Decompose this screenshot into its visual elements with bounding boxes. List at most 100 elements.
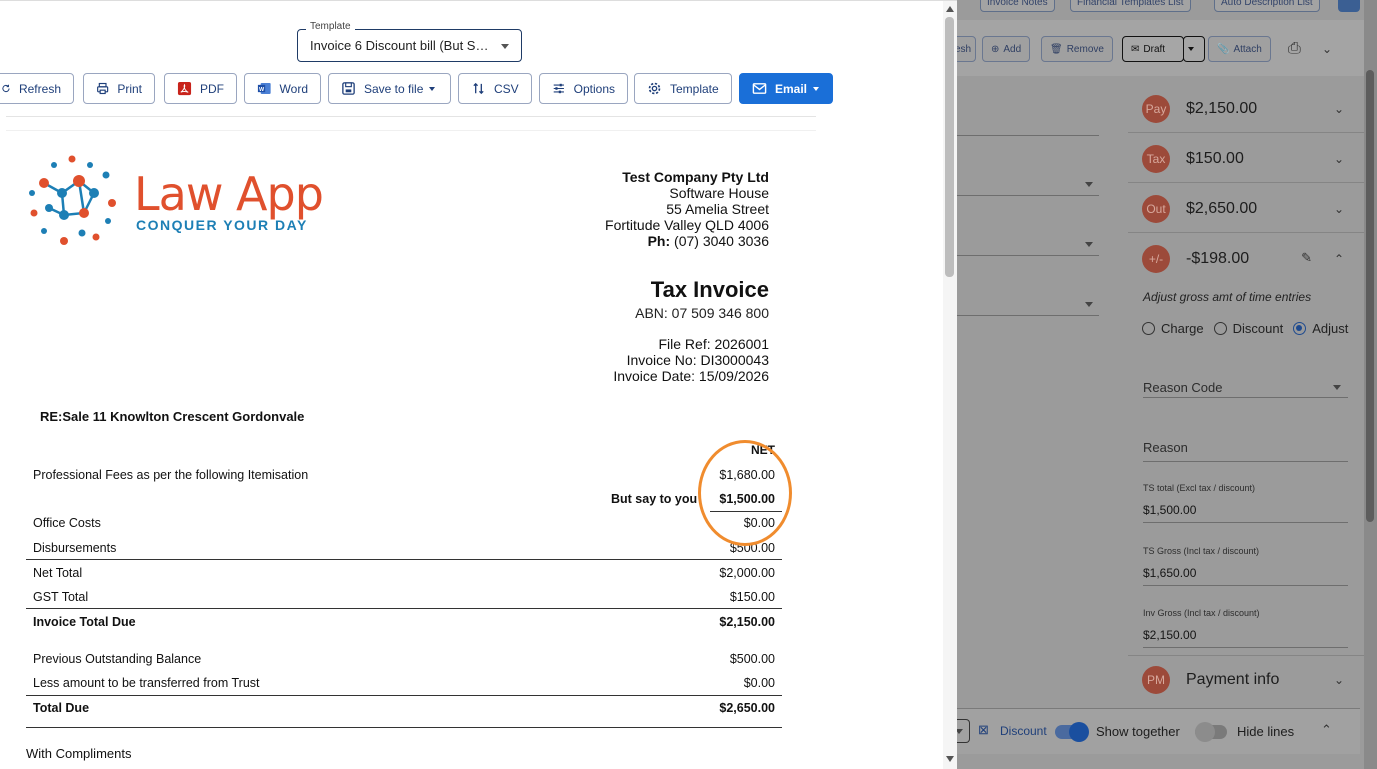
options-button[interactable]: Options [539,73,628,104]
company-address-line: Software House [669,185,769,201]
dropdown-arrow-icon [501,44,509,49]
reason-code-dropdown-arrow[interactable] [1333,385,1341,390]
table-row: Professional Fees as per the following I… [26,463,782,487]
scroll-down-arrow-icon[interactable] [946,756,954,762]
no-pen-icon[interactable]: ✎ [1301,250,1312,266]
summary-out[interactable]: Out $2,650.00 ⌄ [1128,184,1364,234]
ts-total-value[interactable]: $1,500.00 [1143,503,1196,517]
template-legend: Template [306,21,355,32]
out-badge: Out [1142,195,1170,223]
invoice-preview-dialog: Invoice 6 Discount bill (But Say to you)… [0,0,957,769]
discount-link[interactable]: Discount [1000,724,1047,738]
bg-draft-button[interactable]: ✉ Draft [1122,36,1184,62]
matter-re-line: RE:Sale 11 Knowlton Crescent Gordonvale [40,409,305,424]
summary-adjust[interactable]: +/- -$198.00 ✎ ⌃ [1128,234,1364,284]
invoice-notes-button[interactable]: Invoice Notes [980,0,1055,12]
molecule-logo-icon [29,155,116,245]
table-rule [26,559,782,560]
summary-divider [1128,232,1364,233]
chevron-down-icon[interactable]: ⌄ [1322,42,1332,56]
sliders-icon [553,83,564,94]
dialog-scrollbar-thumb[interactable] [945,17,954,277]
template-select[interactable]: Invoice 6 Discount bill (But Say to you) [297,29,522,62]
bg-dropdown-arrow[interactable] [1085,182,1093,187]
bg-draft-dropdown[interactable] [1183,36,1205,62]
table-row: Previous Outstanding Balance $500.00 [26,647,782,671]
invoice-title: Tax Invoice [650,277,769,302]
discount-radio[interactable] [1213,322,1227,335]
disbursements-label: Disbursements [33,541,117,555]
previous-balance-amount: $500.00 [729,652,775,666]
csv-label: CSV [494,81,519,96]
summary-tax[interactable]: Tax $150.00 ⌄ [1128,134,1364,184]
save-to-file-button[interactable]: Save to file [328,73,451,104]
svg-text:W: W [259,87,265,93]
auto-description-button[interactable]: Auto Description List [1214,0,1320,12]
hide-lines-toggle[interactable] [1195,722,1227,742]
bg-scrollbar-thumb[interactable] [1366,70,1374,522]
printer-icon [97,82,109,95]
company-name: Test Company Pty Ltd [622,169,769,185]
email-button[interactable]: Email [739,73,833,104]
pdf-button[interactable]: PDF [164,73,237,104]
bg-dropdown-arrow[interactable] [1085,242,1093,247]
discount-label: Discount [1232,321,1284,336]
payment-badge: PM [1142,666,1170,694]
law-app-logo: Law App CONQUER YOUR DAY [24,153,334,253]
scroll-up-arrow-icon[interactable] [946,6,954,12]
phone-value: (07) 3040 3036 [674,233,769,249]
summary-pay[interactable]: Pay $2,150.00 ⌄ [1128,84,1364,134]
chevron-down-icon[interactable]: ⌄ [1334,152,1344,166]
csv-button[interactable]: CSV [458,73,532,104]
table-row: Net Total $2,000.00 [26,561,782,585]
tax-value: $150.00 [1186,150,1244,167]
word-icon: W [257,83,271,94]
out-value: $2,650.00 [1186,200,1258,217]
caret-down-icon [1188,47,1194,51]
chevron-down-icon[interactable]: ⌄ [1334,202,1344,216]
inv-gross-label: Inv Gross (Incl tax / discount) [1143,608,1260,618]
bg-field-line [957,255,1099,256]
bg-attach-label: Attach [1233,43,1262,55]
invoice-total-amount: $2,150.00 [719,615,775,629]
bg-add-button[interactable]: ⊕ Add [982,36,1031,62]
company-address-line: 55 Amelia Street [666,201,769,217]
financial-templates-button[interactable]: Financial Templates List [1070,0,1191,12]
bg-remove-button[interactable]: 🗑 Remove [1041,36,1113,62]
inv-gross-value[interactable]: $2,150.00 [1143,628,1196,642]
adjust-radio[interactable] [1293,322,1307,335]
top-action-button[interactable] [1338,0,1360,12]
reason-label[interactable]: Reason [1143,440,1188,455]
chevron-up-icon[interactable]: ⌃ [1321,722,1332,738]
print-button[interactable]: Print [83,73,155,104]
company-block: Test Company Pty Ltd Software House 55 A… [605,169,769,249]
reason-code-label[interactable]: Reason Code [1143,380,1223,395]
adjust-badge: +/- [1142,245,1170,273]
chevron-down-icon[interactable]: ⌄ [1334,673,1344,687]
ts-gross-value[interactable]: $1,650.00 [1143,566,1196,580]
hide-lines-label: Hide lines [1237,724,1295,739]
bg-dropdown-arrow[interactable] [1085,302,1093,307]
charge-radio[interactable] [1142,322,1155,335]
charge-label: Charge [1161,321,1204,336]
show-together-toggle[interactable] [1055,722,1089,742]
refresh-button[interactable]: Refresh [0,73,74,104]
template-button[interactable]: Template [634,73,732,104]
table-rule [26,727,782,728]
invoice-date: Invoice Date: 15/09/2026 [613,368,769,384]
pdf-label: PDF [200,81,224,96]
trash-icon: 🗑 [1050,43,1063,55]
payment-info-row[interactable]: PM Payment info ⌄ [1128,655,1364,705]
plus-circle-icon: ⊕ [991,43,1000,55]
chevron-up-icon[interactable]: ⌃ [1334,252,1344,266]
net-total-amount: $2,000.00 [719,566,775,580]
chevron-down-icon[interactable]: ⌄ [1334,102,1344,116]
adjust-value: -$198.00 [1186,250,1250,267]
bg-attach-button[interactable]: 📎 Attach [1208,36,1271,62]
print-label: Print [117,81,142,96]
inv-gross-line [1143,647,1348,648]
word-button[interactable]: W Word [244,73,321,104]
pay-badge: Pay [1142,95,1170,123]
caret-down-icon [813,86,820,91]
printer-icon[interactable]: ⎙ [1288,40,1301,58]
